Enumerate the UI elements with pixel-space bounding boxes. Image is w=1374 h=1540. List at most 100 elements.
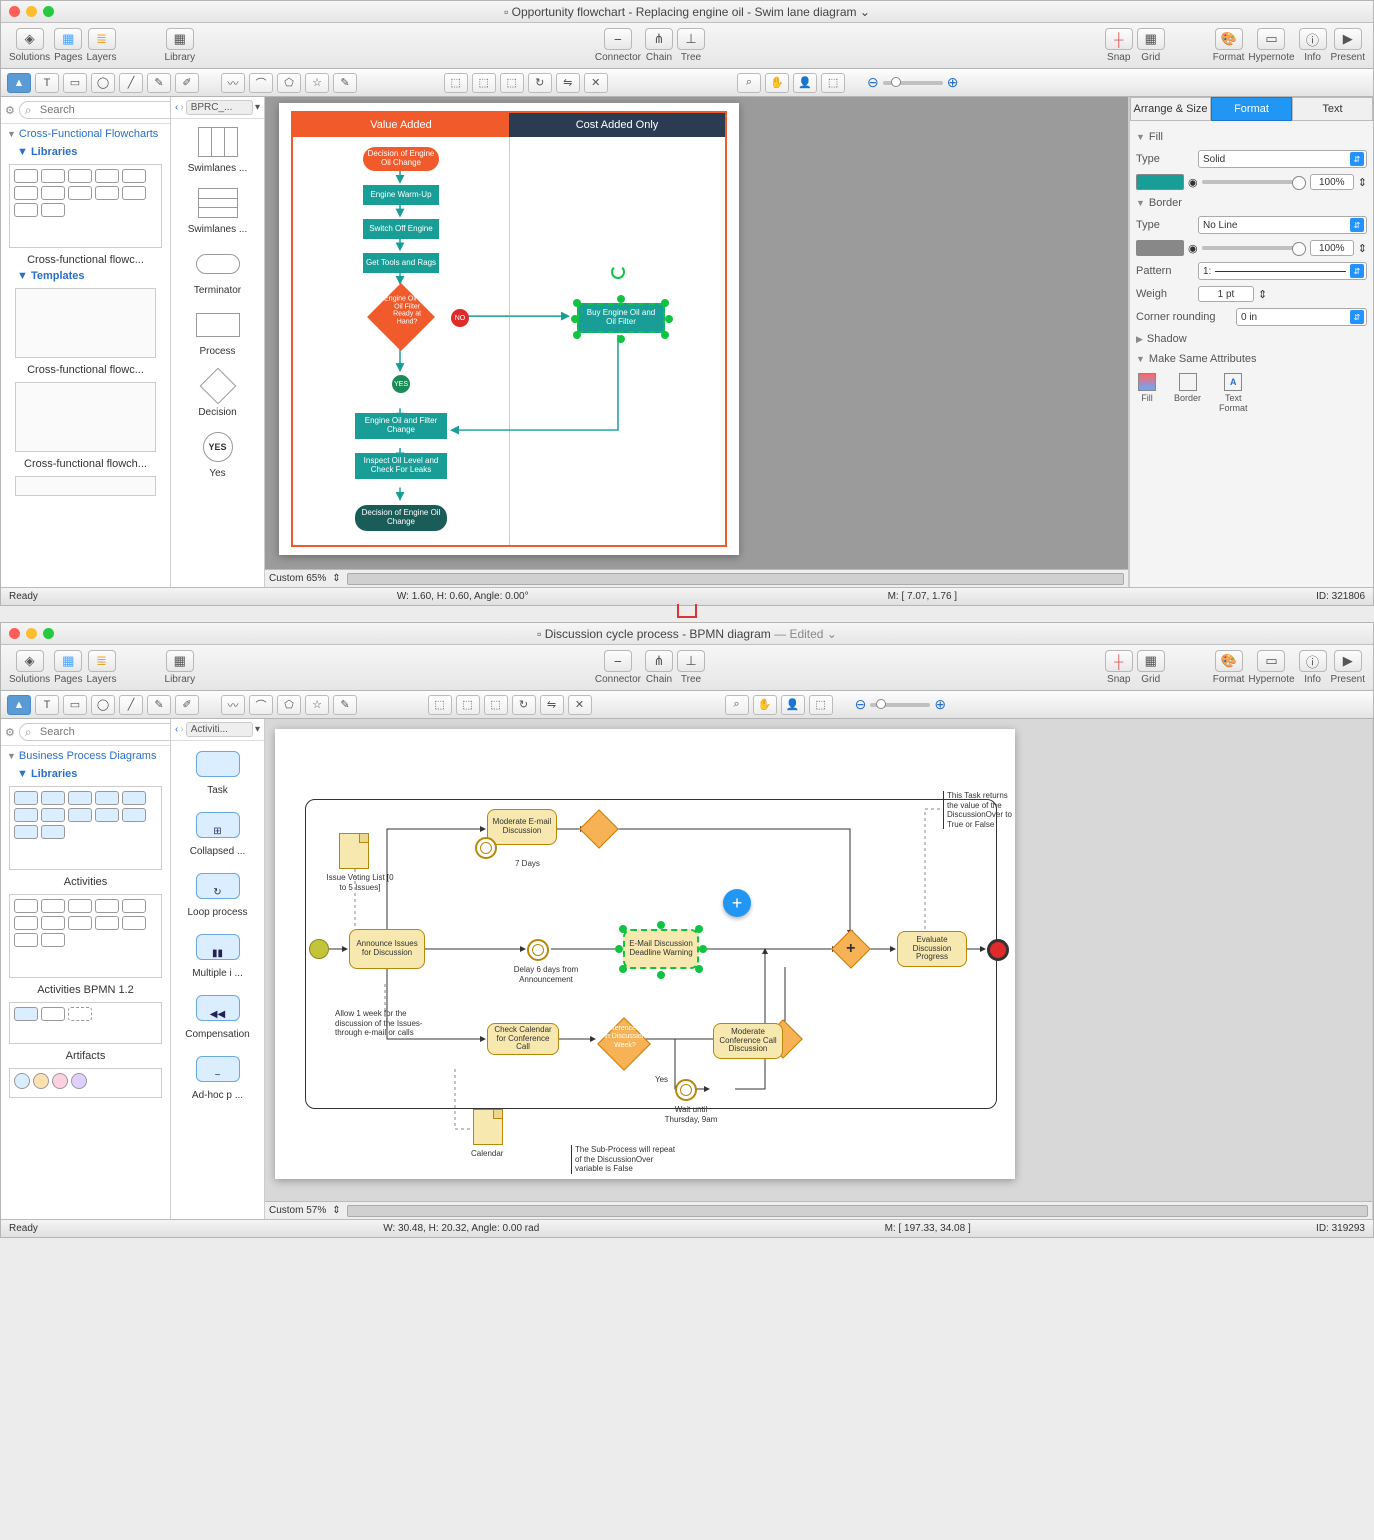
tab-text[interactable]: Text [1292,97,1373,121]
settings-tool[interactable]: ✕ [584,73,608,93]
section-fill[interactable]: Fill [1149,131,1163,143]
dropdown-icon[interactable]: ▾ [255,102,260,113]
task-announce[interactable]: Announce Issues for Discussion [349,929,425,969]
minimize-icon[interactable] [26,6,37,17]
zoom-slider[interactable] [883,81,943,85]
section-cross-functional[interactable]: ▼Cross-Functional Flowcharts [1,124,170,144]
poly-tool[interactable]: ⬠ [277,73,301,93]
text-tool[interactable]: T [35,695,59,715]
tab-arrange[interactable]: Arrange & Size [1130,97,1211,121]
section-border[interactable]: Border [1149,197,1182,209]
brush-tool[interactable]: ✎ [333,695,357,715]
shape-loop[interactable]: ↻Loop process [171,863,264,924]
start-event[interactable] [309,939,329,959]
shape-decision[interactable]: Decision [171,363,264,424]
rect-tool[interactable]: ▭ [63,695,87,715]
fill-opacity-value[interactable]: 100% [1310,174,1354,190]
search-input[interactable] [19,723,171,741]
template-thumb-3[interactable] [15,476,156,496]
crop-tool[interactable]: ⬚ [821,73,845,93]
add-button[interactable]: + [723,889,751,917]
layers-button[interactable]: ≣ [88,650,116,672]
rotate-tool[interactable]: ↻ [528,73,552,93]
curve-tool[interactable]: 〰 [221,695,245,715]
titlebar[interactable]: ▫ Discussion cycle process - BPMN diagra… [1,623,1373,645]
data-calendar[interactable] [473,1109,503,1145]
shape-adhoc[interactable]: ~Ad-hoc p ... [171,1046,264,1107]
ellipse-tool[interactable]: ◯ [91,73,115,93]
task-warning-selected[interactable]: E-Mail Discussion Deadline Warning [623,929,699,969]
task-moderate-conf[interactable]: Moderate Conference Call Discussion [713,1023,783,1059]
chain-button[interactable]: ⋔ [645,28,673,50]
shape-multiple[interactable]: ▮▮Multiple i ... [171,924,264,985]
present-button[interactable]: ▶ [1334,650,1362,672]
dropdown-icon[interactable]: ▾ [255,724,260,735]
hypernote-button[interactable]: ▭ [1257,28,1285,50]
zoom-in-icon[interactable]: ⊕ [934,696,946,713]
eyedropper-tool[interactable]: ✐ [175,695,199,715]
text-tool[interactable]: T [35,73,59,93]
process-buy-selected[interactable]: Buy Engine Oil and Oil Filter [577,303,665,333]
tree-button[interactable]: ⊥ [677,28,705,50]
end-terminator[interactable]: Decision of Engine Oil Change [355,505,447,531]
line-tool[interactable]: ╱ [119,73,143,93]
templates-header[interactable]: ▼ Templates [1,268,170,284]
section-shadow[interactable]: Shadow [1147,333,1187,345]
fwd-icon[interactable]: › [180,102,183,113]
align-tool[interactable]: ⬚ [444,73,468,93]
star-tool[interactable]: ☆ [305,695,329,715]
library-button[interactable]: ▦ [166,28,194,50]
grid-button[interactable]: ▦ [1137,28,1165,50]
yes-connector[interactable]: YES [392,375,410,393]
close-icon[interactable] [9,6,20,17]
zoom-icon[interactable] [43,628,54,639]
zoom-icon[interactable] [43,6,54,17]
hand-tool[interactable]: ✋ [765,73,789,93]
format-button[interactable]: 🎨 [1215,28,1243,50]
brush-tool[interactable]: ✎ [333,73,357,93]
pen-tool[interactable]: ✎ [147,73,171,93]
user-tool[interactable]: 👤 [793,73,817,93]
settings-tool[interactable]: ✕ [568,695,592,715]
close-icon[interactable] [9,628,20,639]
snap-button[interactable]: ┼ [1105,650,1133,672]
decision-ready[interactable]: Engine Oil and Oil Filter Ready at Hand? [367,283,435,351]
library-thumb[interactable] [9,164,162,248]
section-same-attrs[interactable]: Make Same Attributes [1149,353,1257,365]
poly-tool[interactable]: ⬠ [277,695,301,715]
present-button[interactable]: ▶ [1334,28,1362,50]
same-border-button[interactable]: Border [1174,373,1201,413]
corner-rounding-select[interactable]: 0 in⇵ [1236,308,1367,326]
snap-button[interactable]: ┼ [1105,28,1133,50]
shape-swimlanes-h[interactable]: Swimlanes ... [171,180,264,241]
timer-wait[interactable] [675,1079,697,1101]
shape-collapsed[interactable]: ⊞Collapsed ... [171,802,264,863]
task-evaluate[interactable]: Evaluate Discussion Progress [897,931,967,967]
same-fill-button[interactable]: Fill [1138,373,1156,413]
hand-tool[interactable]: ✋ [753,695,777,715]
shape-process[interactable]: Process [171,302,264,363]
connector-button[interactable]: ⎯ [604,650,632,672]
flip-tool[interactable]: ⇋ [556,73,580,93]
process-switchoff[interactable]: Switch Off Engine [363,219,439,239]
distribute-tool[interactable]: ⬚ [472,73,496,93]
task-check-calendar[interactable]: Check Calendar for Conference Call [487,1023,559,1055]
ellipse-tool[interactable]: ◯ [91,695,115,715]
process-inspect[interactable]: Inspect Oil Level and Check For Leaks [355,453,447,479]
fill-type-select[interactable]: Solid⇵ [1198,150,1367,168]
border-color-swatch[interactable] [1136,240,1184,256]
rotate-tool[interactable]: ↻ [512,695,536,715]
start-terminator[interactable]: Decision of Engine Oil Change [363,147,439,171]
shape-swimlanes-v[interactable]: Swimlanes ... [171,119,264,180]
group-tool[interactable]: ⬚ [500,73,524,93]
process-warmup[interactable]: Engine Warm-Up [363,185,439,205]
format-button[interactable]: 🎨 [1215,650,1243,672]
weight-stepper[interactable]: 1 pt [1198,286,1254,302]
line-tool[interactable]: ╱ [119,695,143,715]
solutions-button[interactable]: ◈ [16,28,44,50]
zoom-tool[interactable]: ⌕ [725,695,749,715]
layers-button[interactable]: ≣ [88,28,116,50]
shape-task[interactable]: Task [171,741,264,802]
minimize-icon[interactable] [26,628,37,639]
back-icon[interactable]: ‹ [175,724,178,735]
